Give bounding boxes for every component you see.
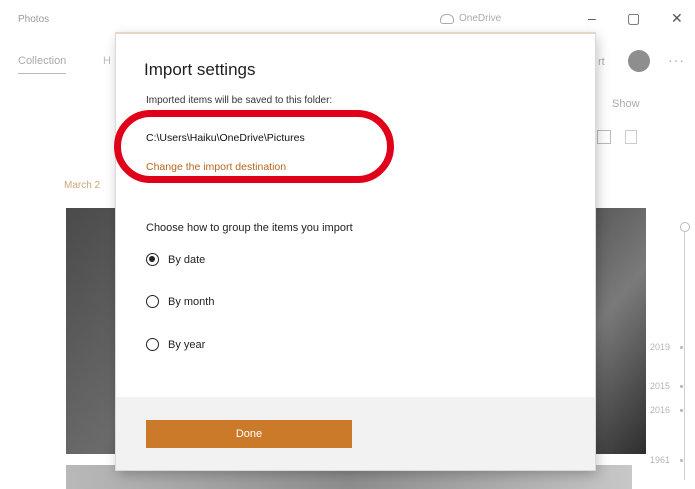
group-by-label: Choose how to group the items you import [146,222,353,234]
cloud-icon [440,13,454,24]
radio-unchecked-icon[interactable] [146,295,159,308]
show-filter-button[interactable]: Show [612,98,640,110]
toolbar-partial-label[interactable]: rt [598,56,605,68]
radio-by-month[interactable]: By month [146,295,214,308]
tab-collection[interactable]: Collection [18,55,67,74]
done-button[interactable]: Done [146,420,352,448]
timeline-scrubber[interactable] [684,230,685,480]
more-icon[interactable]: ··· [668,52,685,68]
onedrive-status[interactable]: OneDrive [440,13,501,24]
avatar[interactable] [628,50,650,72]
onedrive-label: OneDrive [459,13,502,24]
list-view-icon[interactable] [625,130,637,144]
radio-by-date[interactable]: By date [146,253,205,266]
dialog-title: Import settings [144,60,256,79]
radio-unchecked-icon[interactable] [146,338,159,351]
close-window-button[interactable]: ✕ [671,10,683,27]
app-title: Photos [18,14,50,25]
import-settings-dialog: Import settings Imported items will be s… [116,33,595,470]
timeline-year[interactable]: 2016 [650,405,684,415]
import-info-text: Imported items will be saved to this fol… [146,95,333,106]
annotation-highlight-ellipse [114,110,394,183]
timeline-year[interactable]: 2019 [650,342,684,352]
radio-by-year[interactable]: By year [146,338,205,351]
minimize-button[interactable]: – [588,10,596,26]
timeline-year[interactable]: 1961 [650,455,684,465]
radio-label: By month [168,295,215,308]
grid-view-icon[interactable] [597,130,611,144]
radio-label: By year [168,338,206,351]
radio-checked-icon[interactable] [146,253,159,266]
timeline-year[interactable]: 2015 [650,381,684,391]
maximize-button[interactable]: ▢ [627,10,640,27]
date-group-label: March 2 [64,180,101,191]
tab-partial[interactable]: H [103,55,111,67]
radio-label: By date [168,253,206,266]
timeline-knob[interactable] [680,222,690,232]
